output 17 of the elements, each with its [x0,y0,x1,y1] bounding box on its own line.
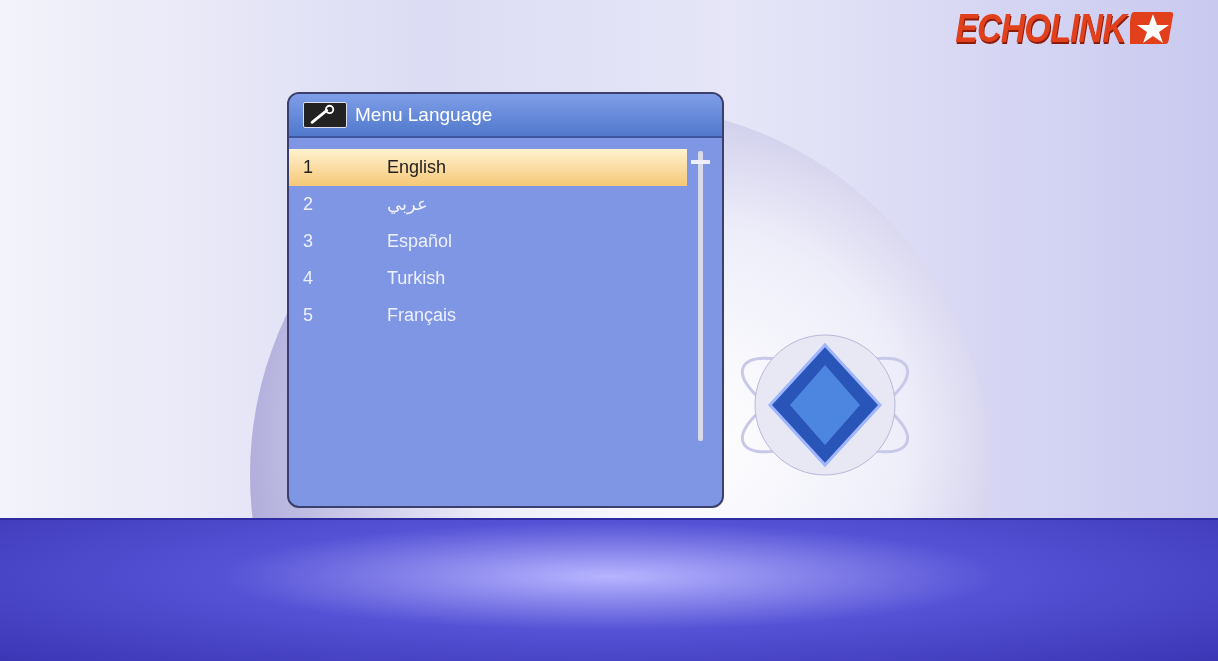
language-name: Español [387,230,453,253]
wrench-icon [303,102,347,128]
language-name: عربي [387,193,428,217]
language-name: Turkish [387,267,446,290]
language-name: English [387,156,447,179]
language-item[interactable]: 5 Français [289,297,687,334]
item-number: 3 [303,230,314,253]
item-number: 2 [303,193,314,216]
language-item[interactable]: 4 Turkish [289,260,687,297]
item-number: 4 [303,267,314,290]
item-number: 5 [303,304,314,327]
language-item[interactable]: 3 Español [289,223,687,260]
language-name: Français [387,304,457,327]
dialog-title: Menu Language [355,102,493,127]
language-item[interactable]: 1 English [289,149,687,186]
item-number: 1 [303,156,314,179]
star-logo-icon [1130,10,1176,46]
